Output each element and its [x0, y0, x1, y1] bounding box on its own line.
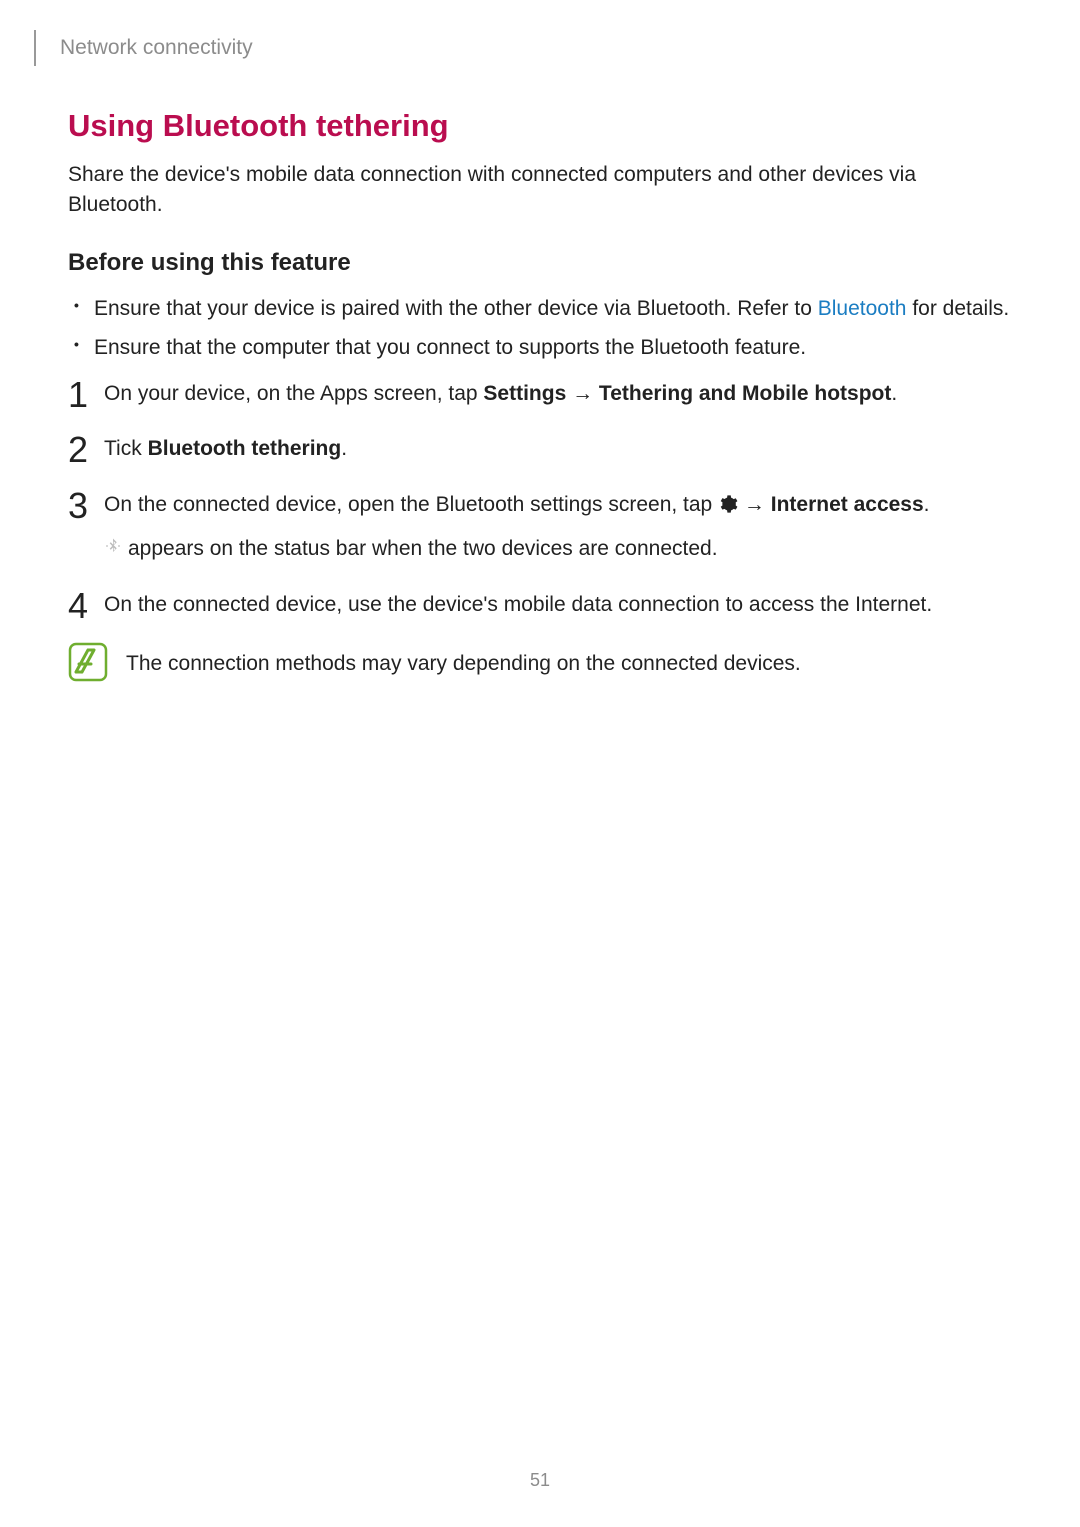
text: Ensure that your device is paired with t…: [94, 297, 818, 320]
internet-access-label: Internet access: [771, 493, 924, 516]
text: Tick: [104, 437, 148, 460]
prerequisite-list: Ensure that your device is paired with t…: [68, 293, 1012, 364]
note-icon: [68, 642, 108, 687]
page: Network connectivity Using Bluetooth tet…: [0, 0, 1080, 1527]
text: .: [924, 493, 930, 516]
text: .: [341, 437, 347, 460]
step-subtext: appears on the status bar when the two d…: [104, 533, 1012, 565]
step-item: Tick Bluetooth tethering.: [68, 433, 1012, 465]
steps-list: On your device, on the Apps screen, tap …: [68, 378, 1012, 621]
list-item: Ensure that the computer that you connec…: [94, 332, 1012, 364]
tethering-label: Tethering and Mobile hotspot: [599, 382, 891, 405]
text: .: [891, 382, 897, 405]
settings-label: Settings: [483, 382, 566, 405]
page-title: Using Bluetooth tethering: [68, 108, 1012, 144]
page-number: 51: [0, 1470, 1080, 1491]
note-callout: The connection methods may vary dependin…: [68, 644, 1012, 687]
text: On the connected device, open the Blueto…: [104, 493, 718, 516]
step-item: On the connected device, use the device'…: [68, 589, 1012, 621]
header-rule-icon: [34, 30, 36, 66]
text: for details.: [906, 297, 1009, 320]
before-heading: Before using this feature: [68, 249, 1012, 277]
bluetooth-tether-icon: [104, 533, 122, 565]
list-item: Ensure that your device is paired with t…: [94, 293, 1012, 325]
gear-icon: [718, 492, 738, 524]
step-item: On the connected device, open the Blueto…: [68, 489, 1012, 565]
text: On your device, on the Apps screen, tap: [104, 382, 483, 405]
intro-paragraph: Share the device's mobile data connectio…: [68, 160, 1012, 221]
text: appears on the status bar when the two d…: [128, 533, 718, 565]
page-header: Network connectivity: [68, 30, 1012, 66]
section-label: Network connectivity: [60, 36, 253, 60]
arrow-icon: →: [566, 382, 599, 405]
arrow-icon: →: [738, 493, 771, 516]
bluetooth-link[interactable]: Bluetooth: [818, 297, 907, 320]
bluetooth-tethering-label: Bluetooth tethering: [148, 437, 342, 460]
step-item: On your device, on the Apps screen, tap …: [68, 378, 1012, 410]
note-text: The connection methods may vary dependin…: [126, 644, 801, 680]
